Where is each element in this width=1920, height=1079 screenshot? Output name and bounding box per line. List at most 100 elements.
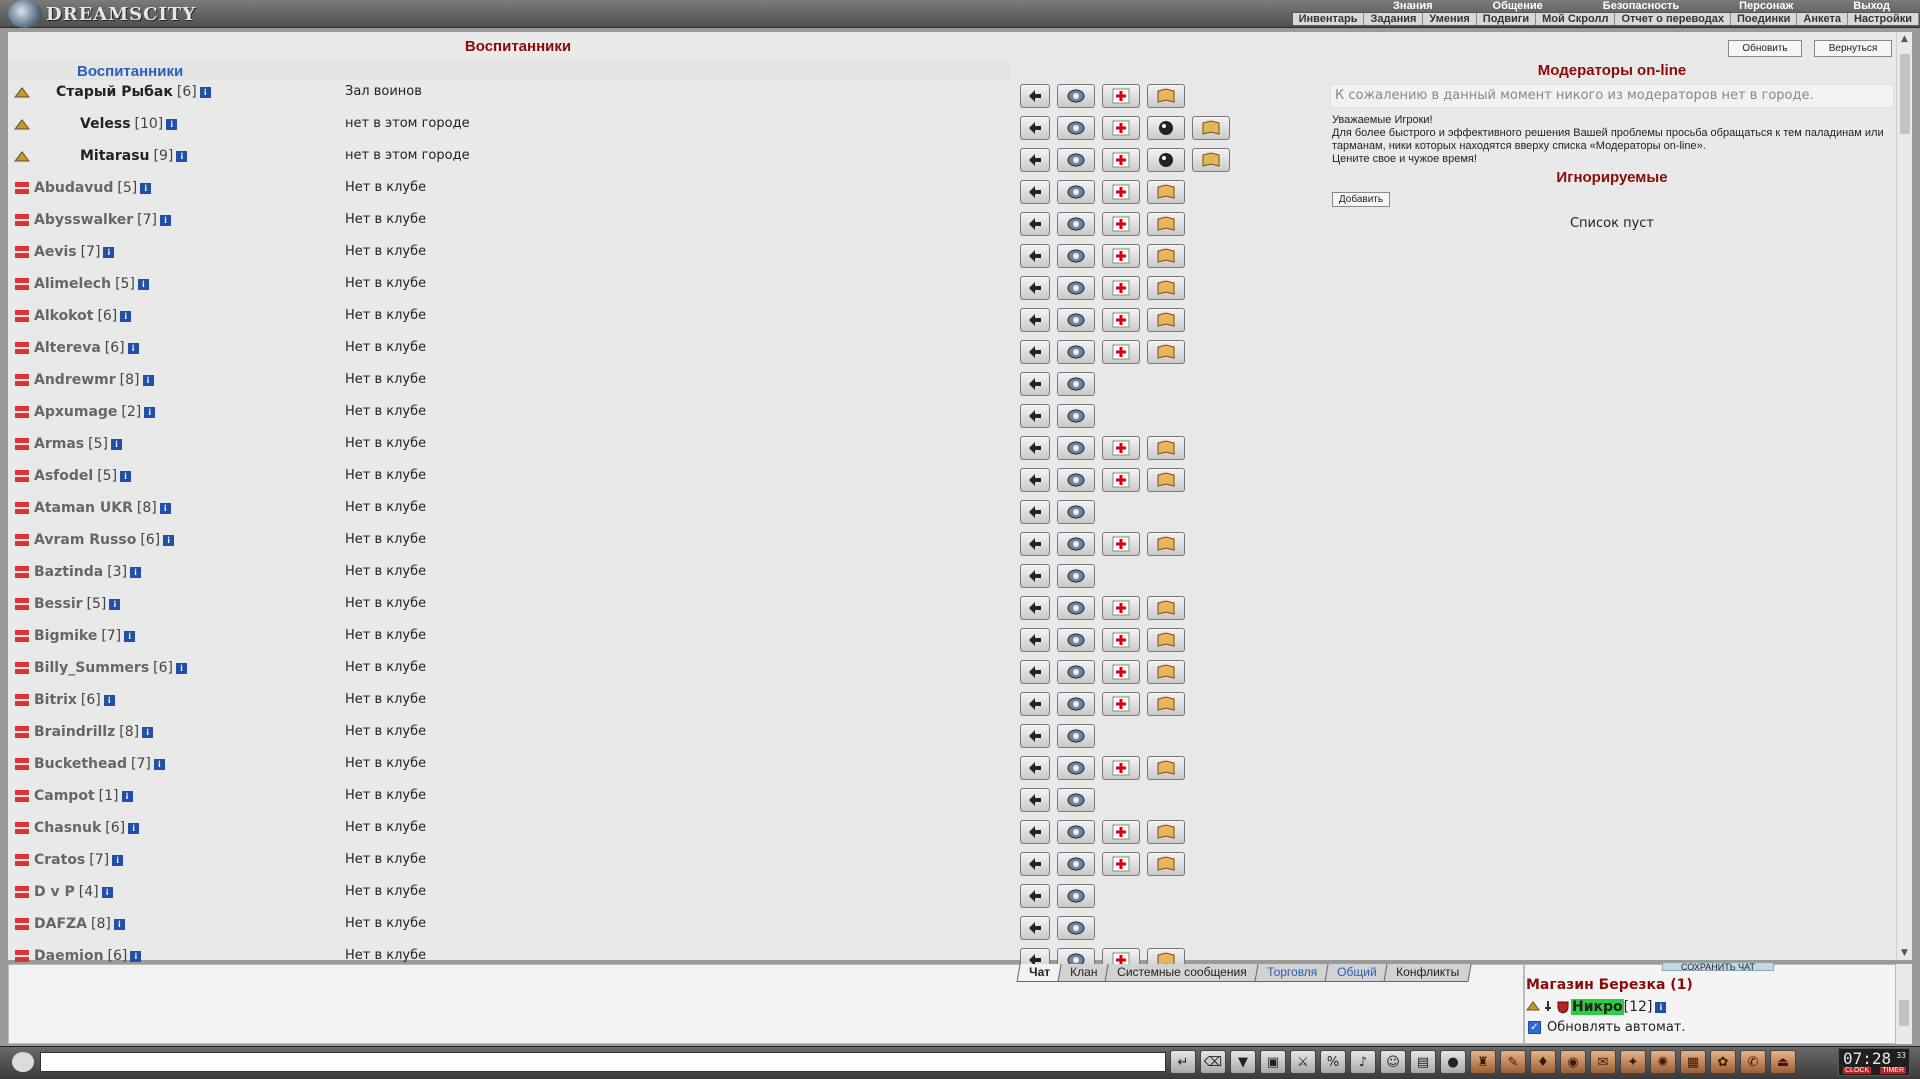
add-friend-button[interactable] <box>1102 660 1140 684</box>
online-scroll-thumb[interactable] <box>1899 1000 1909 1026</box>
fight-icon[interactable]: ⚔ <box>1290 1050 1316 1074</box>
view-profile-button[interactable] <box>1057 308 1095 332</box>
add-friend-button[interactable] <box>1102 628 1140 652</box>
add-friend-button[interactable] <box>1102 308 1140 332</box>
send-private-button[interactable] <box>1020 532 1050 556</box>
diary-button[interactable] <box>1147 84 1185 108</box>
view-profile-button[interactable] <box>1057 532 1095 556</box>
user-name[interactable]: Никро <box>1571 999 1624 1015</box>
view-profile-button[interactable] <box>1057 692 1095 716</box>
pupil-name[interactable]: Bessir [5] i <box>34 596 121 612</box>
info-icon[interactable]: i <box>109 599 121 610</box>
view-profile-button[interactable] <box>1057 372 1095 396</box>
diary-button[interactable] <box>1147 340 1185 364</box>
send-private-button[interactable] <box>1020 756 1050 780</box>
pupil-name-text[interactable]: Avram Russo <box>34 532 136 548</box>
diary-button[interactable] <box>1147 628 1185 652</box>
image-icon[interactable]: ▤ <box>1410 1050 1436 1074</box>
send-private-button[interactable] <box>1020 692 1050 716</box>
info-icon[interactable]: i <box>113 919 125 930</box>
pupil-name-text[interactable]: Alkokot <box>34 308 93 324</box>
diary-button[interactable] <box>1147 596 1185 620</box>
eraser-icon[interactable]: ⌫ <box>1200 1050 1226 1074</box>
send-private-button[interactable] <box>1020 340 1050 364</box>
pupil-name-text[interactable]: Daemion <box>34 948 104 964</box>
view-profile-button[interactable] <box>1057 628 1095 652</box>
nav-my-scroll[interactable]: Мой Скролл <box>1536 13 1616 25</box>
nav-knowledge[interactable]: Знания <box>1363 0 1462 12</box>
info-icon[interactable]: i <box>199 87 211 98</box>
add-friend-button[interactable] <box>1102 692 1140 716</box>
pupil-name-text[interactable]: D v P <box>34 884 75 900</box>
pupil-name-text[interactable]: Baztinda <box>34 564 103 580</box>
info-icon[interactable]: i <box>103 247 115 258</box>
send-private-button[interactable] <box>1020 116 1050 140</box>
pupil-name-text[interactable]: Mitarasu <box>80 148 150 164</box>
diary-button[interactable] <box>1147 660 1185 684</box>
info-icon[interactable]: i <box>120 311 132 322</box>
view-profile-button[interactable] <box>1057 916 1095 940</box>
view-profile-button[interactable] <box>1057 468 1095 492</box>
view-profile-button[interactable] <box>1057 212 1095 236</box>
exit-icon[interactable]: ⏏ <box>1770 1050 1796 1074</box>
mask-button[interactable] <box>1147 148 1185 172</box>
pupil-name-text[interactable]: Abudavud <box>34 180 113 196</box>
view-profile-button[interactable] <box>1057 660 1095 684</box>
send-private-button[interactable] <box>1020 244 1050 268</box>
info-icon[interactable]: i <box>101 887 113 898</box>
info-icon[interactable]: i <box>127 343 139 354</box>
save-chat-button[interactable]: СОХРАНИТЬ ЧАТ <box>1662 962 1774 971</box>
diary-button[interactable] <box>1147 532 1185 556</box>
pupil-name-text[interactable]: Bigmike <box>34 628 97 644</box>
add-friend-button[interactable] <box>1102 756 1140 780</box>
pupil-name[interactable]: Alimelech [5] i <box>34 276 149 292</box>
coins-icon[interactable]: ◉ <box>1560 1050 1586 1074</box>
nav-settings[interactable]: Настройки <box>1848 13 1919 25</box>
filter-icon[interactable]: ▼ <box>1230 1050 1256 1074</box>
add-friend-button[interactable] <box>1102 244 1140 268</box>
chat-input[interactable] <box>40 1052 1166 1072</box>
info-icon[interactable]: i <box>176 151 188 162</box>
pupil-name-text[interactable]: Andrewmr <box>34 372 116 388</box>
tab-conflicts[interactable]: Конфликты <box>1383 964 1473 982</box>
add-friend-button[interactable] <box>1102 436 1140 460</box>
send-private-button[interactable] <box>1020 180 1050 204</box>
pupil-name[interactable]: Braindrillz [8] i <box>34 724 154 740</box>
add-friend-button[interactable] <box>1102 180 1140 204</box>
view-profile-button[interactable] <box>1057 820 1095 844</box>
info-icon[interactable]: i <box>144 407 156 418</box>
send-private-button[interactable] <box>1020 596 1050 620</box>
send-private-button[interactable] <box>1020 660 1050 684</box>
pupil-name-text[interactable]: Aevis <box>34 244 77 260</box>
pupil-name-text[interactable]: Ataman UKR <box>34 500 133 516</box>
send-private-button[interactable] <box>1020 468 1050 492</box>
back-button[interactable]: Вернуться <box>1814 40 1892 57</box>
add-friend-button[interactable] <box>1102 148 1140 172</box>
diary-button[interactable] <box>1147 244 1185 268</box>
send-private-button[interactable] <box>1020 212 1050 236</box>
add-friend-button[interactable] <box>1102 532 1140 556</box>
pupil-name[interactable]: Veless [10] i <box>80 116 178 132</box>
add-friend-button[interactable] <box>1102 84 1140 108</box>
pupil-name[interactable]: Cratos [7] i <box>34 852 124 868</box>
diary-button[interactable] <box>1147 692 1185 716</box>
pupil-name[interactable]: Andrewmr [8] i <box>34 372 154 388</box>
nav-communication[interactable]: Общение <box>1463 0 1573 12</box>
add-friend-button[interactable] <box>1102 212 1140 236</box>
online-user[interactable]: Никро [12] i <box>1526 999 1667 1015</box>
pupil-name-text[interactable]: Chasnuk <box>34 820 101 836</box>
chat-bubble-icon[interactable]: ✆ <box>1740 1050 1766 1074</box>
pupil-name[interactable]: Apxumage [2] i <box>34 404 156 420</box>
send-private-button[interactable] <box>1020 564 1050 588</box>
pupil-name[interactable]: D v P [4] i <box>34 884 113 900</box>
tab-system[interactable]: Системные сообщения <box>1104 964 1260 982</box>
pupil-name[interactable]: Mitarasu [9] i <box>80 148 188 164</box>
info-icon[interactable]: i <box>128 823 140 834</box>
view-profile-button[interactable] <box>1057 500 1095 524</box>
scroll-up-icon[interactable]: ▲ <box>1901 34 1908 44</box>
info-icon[interactable]: i <box>176 663 187 674</box>
music-icon[interactable]: ♪ <box>1350 1050 1376 1074</box>
main-scrollbar[interactable]: ▲ ▼ <box>1896 32 1912 960</box>
tab-clan[interactable]: Клан <box>1057 964 1110 982</box>
info-icon[interactable]: i <box>159 503 171 514</box>
